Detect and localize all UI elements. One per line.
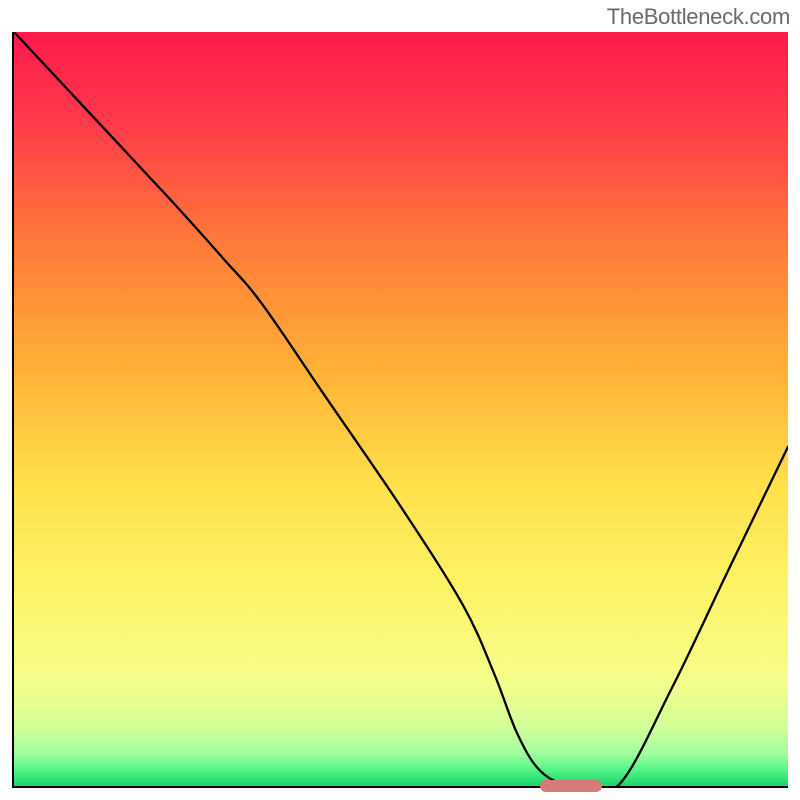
watermark-text: TheBottleneck.com [607, 4, 790, 30]
bottleneck-curve [14, 32, 788, 786]
bottleneck-chart: TheBottleneck.com [0, 0, 800, 800]
plot-area [12, 32, 788, 788]
optimal-marker [540, 780, 602, 792]
